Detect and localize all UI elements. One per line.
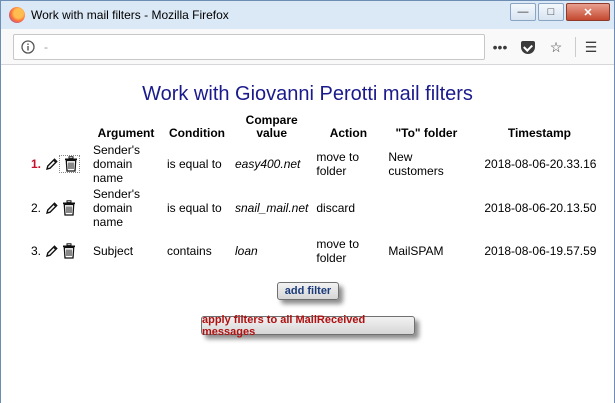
row-number: 2. xyxy=(30,201,41,215)
delete-highlight xyxy=(59,155,80,173)
page-title: Work with Giovanni Perotti mail filters xyxy=(142,83,473,105)
menu-icon[interactable]: ☰ xyxy=(580,37,602,57)
trash-icon[interactable] xyxy=(62,200,76,216)
row-actions xyxy=(43,142,89,186)
row-timestamp: 2018-08-06-19.57.59 xyxy=(484,243,597,258)
edit-pencil-icon[interactable] xyxy=(45,157,59,171)
header-action: Action xyxy=(329,126,368,140)
table-row: 3. Subject contains loan move to folder … xyxy=(21,230,600,271)
maximize-button[interactable]: □ xyxy=(538,3,564,21)
row-condition: is equal to xyxy=(167,157,222,171)
header-to-folder: "To" folder xyxy=(395,126,458,140)
pocket-icon[interactable] xyxy=(517,37,539,57)
row-argument: Sender's domain name xyxy=(93,187,140,229)
info-icon[interactable] xyxy=(20,39,36,55)
row-actions xyxy=(43,186,89,230)
url-text: - xyxy=(44,40,48,54)
edit-pencil-icon[interactable] xyxy=(45,201,59,215)
header-num xyxy=(21,114,43,142)
browser-window: Work with mail filters - Mozilla Firefox… xyxy=(0,0,615,403)
row-compare-value: loan xyxy=(234,243,258,258)
row-number: 1. xyxy=(30,157,41,171)
title-bar: Work with mail filters - Mozilla Firefox… xyxy=(1,1,614,29)
row-to-folder: MailSPAM xyxy=(388,243,444,258)
header-icons xyxy=(43,114,89,142)
row-to-folder xyxy=(384,186,468,230)
minimize-button[interactable]: — xyxy=(510,3,536,21)
row-argument: Sender's domain name xyxy=(93,143,140,185)
row-timestamp: 2018-08-06-20.13.50 xyxy=(484,201,597,215)
row-condition: is equal to xyxy=(167,201,222,215)
more-icon[interactable]: ••• xyxy=(489,37,511,57)
window-title: Work with mail filters - Mozilla Firefox xyxy=(31,8,229,22)
bookmark-star-icon[interactable]: ☆ xyxy=(545,37,567,57)
filters-table: Argument Condition Compare value Action … xyxy=(21,114,600,271)
apply-filters-button[interactable]: apply filters to all MailReceived messag… xyxy=(201,314,415,338)
navigation-bar: - ••• ☆ ☰ xyxy=(1,29,614,65)
table-row: 1. Sender's domain name is equal to easy… xyxy=(21,142,600,186)
header-compare-value: Compare value xyxy=(245,113,298,140)
header-timestamp: Timestamp xyxy=(507,126,571,140)
header-condition: Condition xyxy=(169,126,225,140)
toolbar-actions: ••• ☆ ☰ xyxy=(489,37,608,57)
row-compare-value: easy400.net xyxy=(234,157,301,171)
row-condition: contains xyxy=(167,243,212,258)
window-controls: — □ ✕ xyxy=(508,3,610,21)
header-argument: Argument xyxy=(97,126,155,140)
table-row: 2. Sender's domain name is equal to snai… xyxy=(21,186,600,230)
row-actions xyxy=(43,230,89,271)
url-bar[interactable]: - xyxy=(13,34,485,60)
firefox-logo-icon xyxy=(9,7,25,23)
trash-icon[interactable] xyxy=(64,156,78,172)
trash-icon[interactable] xyxy=(62,242,76,259)
row-action: discard xyxy=(316,201,356,215)
page-content: Work with Giovanni Perotti mail filters … xyxy=(1,66,614,403)
row-argument: Subject xyxy=(93,243,134,258)
row-action: move to folder xyxy=(316,150,360,178)
row-to-folder: New customers xyxy=(388,150,444,178)
edit-pencil-icon[interactable] xyxy=(45,244,59,258)
add-filter-button[interactable]: add filter xyxy=(277,282,339,300)
row-number: 3. xyxy=(30,243,41,258)
row-action: move to folder xyxy=(316,236,360,265)
close-button[interactable]: ✕ xyxy=(566,3,610,21)
row-compare-value: snail_mail.net xyxy=(234,201,309,215)
row-timestamp: 2018-08-06-20.33.16 xyxy=(484,157,597,171)
table-header-row: Argument Condition Compare value Action … xyxy=(21,114,600,142)
toolbar-separator xyxy=(575,37,576,57)
